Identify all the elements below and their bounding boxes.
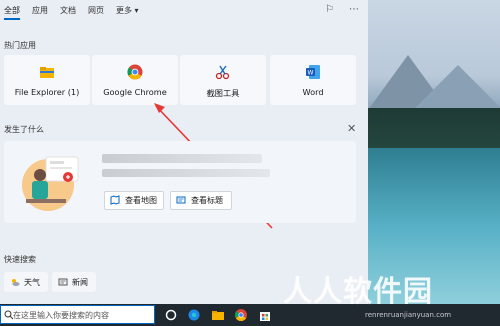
tab-documents[interactable]: 文档 (60, 5, 76, 16)
tab-all[interactable]: 全部 (4, 5, 20, 16)
cortana-icon[interactable] (164, 308, 178, 322)
svg-text:W: W (308, 70, 314, 77)
app-tile-label: Google Chrome (103, 87, 167, 97)
folder-icon (40, 67, 54, 78)
search-placeholder: 在这里输入你要搜索的内容 (13, 311, 109, 320)
quick-search-news[interactable]: 新闻 (52, 272, 96, 292)
search-panel: 全部 应用 文档 网页 更多 ▾ ⚐ ⋯ 热门应用 File Explorer … (0, 0, 368, 304)
more-icon[interactable]: ⋯ (349, 4, 359, 15)
weather-icon (12, 279, 20, 286)
watermark: 人人软件园 (283, 274, 434, 308)
forest (368, 108, 500, 148)
quick-search-weather[interactable]: 天气 (4, 272, 48, 292)
tab-more[interactable]: 更多 ▾ (116, 5, 139, 16)
tab-apps[interactable]: 应用 (32, 5, 48, 16)
map-icon (110, 195, 120, 205)
news-icon (58, 278, 68, 286)
active-tab-indicator (4, 18, 20, 20)
close-icon[interactable]: ✕ (347, 122, 356, 135)
feedback-icon[interactable]: ⚐ (325, 4, 334, 15)
news-card[interactable] (4, 141, 356, 223)
quick-search-title: 快速搜索 (4, 255, 36, 264)
search-tabs: 全部 应用 文档 网页 更多 ▾ ⚐ ⋯ (0, 0, 368, 22)
news-icon (176, 196, 186, 204)
view-map-button[interactable]: 查看地图 (104, 191, 164, 210)
desktop-wallpaper (368, 0, 500, 304)
app-tile-label: Word (302, 87, 324, 97)
happening-title: 发生了什么 (4, 125, 44, 134)
edge-icon[interactable] (187, 308, 201, 322)
watermark-url: renrenruanjianyuan.com (365, 311, 452, 319)
blurred-headline (102, 154, 262, 163)
hot-apps-title: 热门应用 (4, 41, 36, 50)
quick-search-label: 新闻 (72, 278, 88, 287)
taskbar-search-box[interactable]: 在这里输入你要搜索的内容 (0, 305, 155, 324)
snipping-tool-icon (215, 65, 230, 80)
app-tile-label: File Explorer (1) (14, 87, 80, 97)
store-icon[interactable] (258, 308, 272, 322)
mountain-right (413, 65, 500, 110)
word-icon: W (306, 65, 320, 79)
tab-web[interactable]: 网页 (88, 5, 104, 16)
file-explorer-icon[interactable] (211, 308, 225, 322)
view-headlines-label: 查看标题 (191, 196, 223, 205)
blurred-subtext (102, 169, 270, 177)
view-map-label: 查看地图 (125, 196, 157, 205)
news-illustration (22, 156, 79, 211)
view-headlines-button[interactable]: 查看标题 (170, 191, 232, 210)
chrome-icon (127, 64, 143, 80)
quick-search-label: 天气 (24, 278, 40, 287)
app-tile-file-explorer[interactable]: File Explorer (1) (4, 55, 90, 105)
chrome-icon[interactable] (234, 308, 248, 322)
